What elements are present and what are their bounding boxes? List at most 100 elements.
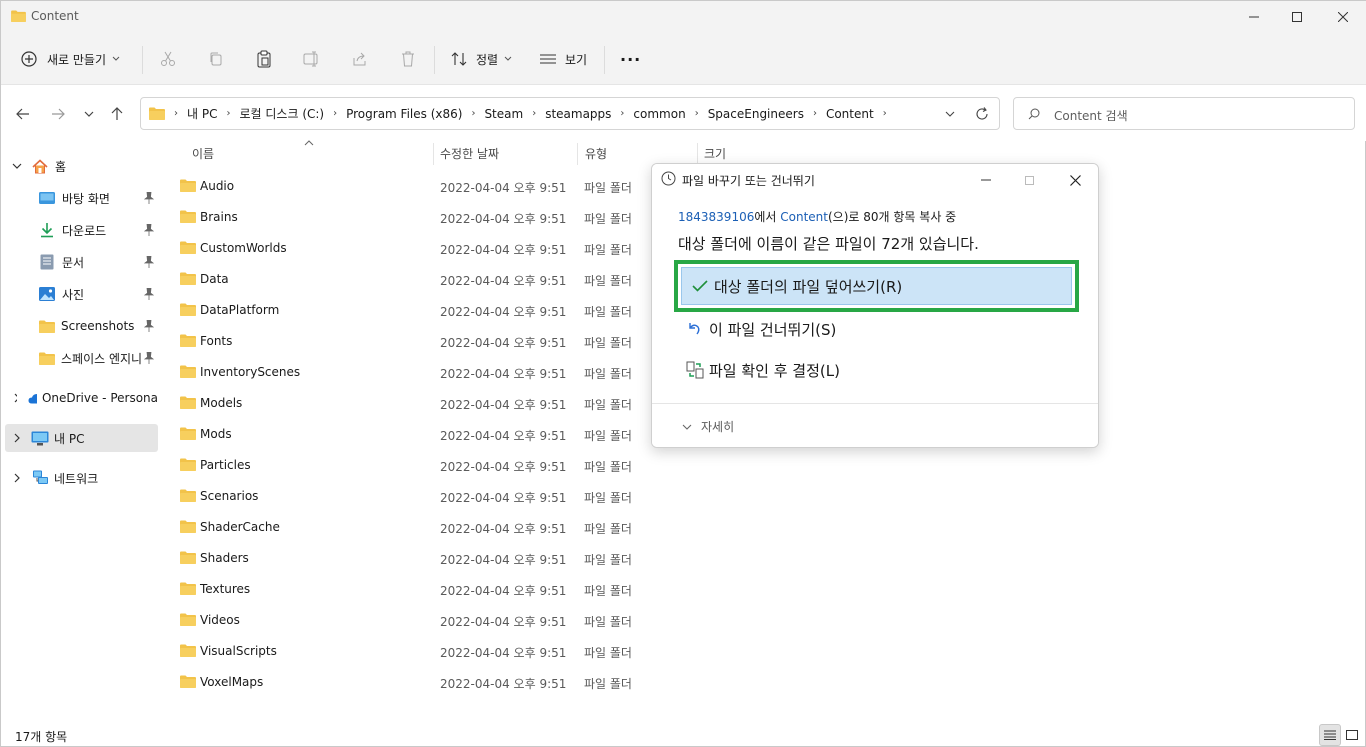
breadcrumb-program-files[interactable]: Program Files (x86) [346,107,462,121]
destination-link[interactable]: Content [780,210,828,224]
sidebar-item-network[interactable]: 네트워크 [5,464,158,492]
file-row[interactable]: Audio 2022-04-04 오후 9:51 파일 폴더 [171,170,651,201]
close-icon [1069,174,1081,186]
rename-button[interactable] [302,49,322,69]
sidebar-item-this-pc[interactable]: 내 PC [5,424,158,452]
sidebar-item-desktop[interactable]: 바탕 화면 [5,184,158,212]
title-bar[interactable]: Content [1,1,1366,33]
breadcrumb-this-pc[interactable]: 내 PC [187,105,217,122]
tiles-view-button[interactable] [1341,724,1363,746]
address-bar[interactable]: › 내 PC › 로컬 디스크 (C:) › Program Files (x8… [140,97,1000,130]
file-row[interactable]: CustomWorlds 2022-04-04 오후 9:51 파일 폴더 [171,232,651,263]
sidebar-item-space-engineers[interactable]: 스페이스 엔지니 [5,344,158,372]
breadcrumb-steam[interactable]: Steam [484,107,523,121]
breadcrumb-spaceengineers[interactable]: SpaceEngineers [708,107,804,121]
file-row[interactable]: Particles 2022-04-04 오후 9:51 파일 폴더 [171,449,651,480]
toolbar-divider [604,46,605,74]
view-button[interactable]: 보기 [540,45,587,73]
breadcrumb-separator-icon[interactable]: › [620,108,624,119]
paste-button[interactable] [254,49,274,69]
chevron-right-icon[interactable] [14,473,20,483]
column-header-modified[interactable]: 수정한 날짜 [440,141,576,165]
column-header-label: 이름 [192,146,215,161]
breadcrumb-separator-icon[interactable]: › [695,108,699,119]
file-row[interactable]: Videos 2022-04-04 오후 9:51 파일 폴더 [171,604,651,635]
breadcrumb-local-disk[interactable]: 로컬 디스크 (C:) [239,105,324,122]
dialog-maximize-button[interactable] [1018,172,1040,188]
maximize-button[interactable] [1274,1,1320,33]
search-box[interactable]: Content 검색 [1013,97,1355,130]
sort-button[interactable]: 정렬 [451,45,512,73]
sort-label: 정렬 [476,52,499,67]
details-view-button[interactable] [1319,724,1341,746]
sidebar-item-label: 바탕 화면 [62,191,110,206]
column-header-name[interactable]: 이름 [192,141,432,165]
folder-icon [180,334,196,347]
breadcrumb-common[interactable]: common [633,107,685,121]
file-row[interactable]: Mods 2022-04-04 오후 9:51 파일 폴더 [171,418,651,449]
file-row[interactable]: Shaders 2022-04-04 오후 9:51 파일 폴더 [171,542,651,573]
delete-button[interactable] [398,49,418,69]
column-divider[interactable] [577,143,578,165]
breadcrumb-separator-icon[interactable]: › [532,108,536,119]
file-type: 파일 폴더 [584,181,632,195]
folder-icon [180,396,196,409]
sidebar-item-screenshots[interactable]: Screenshots [5,312,158,340]
recent-locations-button[interactable] [78,103,100,125]
chevron-right-icon[interactable] [14,393,17,403]
file-row[interactable]: InventoryScenes 2022-04-04 오후 9:51 파일 폴더 [171,356,651,387]
chevron-right-icon[interactable] [14,433,20,443]
decide-each-file-option[interactable]: 파일 확인 후 결정(L) [686,349,1086,391]
source-link[interactable]: 1843839106 [678,210,754,224]
sidebar-item-onedrive[interactable]: OneDrive - Persona [5,384,158,412]
dialog-footer: 자세히 [652,403,1098,447]
dialog-title-bar[interactable]: 파일 바꾸기 또는 건너뛰기 [652,164,1098,194]
column-header-size[interactable]: 크기 [704,141,784,165]
file-row[interactable]: Data 2022-04-04 오후 9:51 파일 폴더 [171,263,651,294]
new-button[interactable]: 새로 만들기 [21,45,120,73]
file-row[interactable]: Brains 2022-04-04 오후 9:51 파일 폴더 [171,201,651,232]
file-row[interactable]: DataPlatform 2022-04-04 오후 9:51 파일 폴더 [171,294,651,325]
trash-icon [402,51,414,67]
more-details-button[interactable]: 자세히 [682,418,734,435]
back-button[interactable] [12,103,34,125]
breadcrumb-content[interactable]: Content [826,107,874,121]
more-options-button[interactable]: ··· [620,45,641,73]
copy-button[interactable] [206,49,226,69]
column-divider[interactable] [433,143,434,165]
breadcrumb-separator-icon[interactable]: › [813,108,817,119]
up-button[interactable] [106,103,128,125]
forward-button[interactable] [47,103,69,125]
sidebar-item-pictures[interactable]: 사진 [5,280,158,308]
cut-button[interactable] [158,49,178,69]
file-row[interactable]: VoxelMaps 2022-04-04 오후 9:51 파일 폴더 [171,666,651,697]
minimize-button[interactable] [1231,1,1277,33]
breadcrumb-separator-icon[interactable]: › [226,108,230,119]
close-button[interactable] [1320,1,1366,33]
file-row[interactable]: Scenarios 2022-04-04 오후 9:51 파일 폴더 [171,480,651,511]
sidebar-item-downloads[interactable]: 다운로드 [5,216,158,244]
breadcrumb-separator-icon[interactable]: › [883,108,887,119]
dialog-minimize-button[interactable] [974,173,998,187]
compare-files-icon [686,361,704,379]
address-history-chevron-icon[interactable] [945,111,955,117]
replace-files-option[interactable]: 대상 폴더의 파일 덮어쓰기(R) [681,267,1072,305]
sidebar-item-home[interactable]: 홈 [5,152,158,180]
chevron-down-icon[interactable] [12,163,22,169]
share-button[interactable] [350,49,370,69]
file-modified: 2022-04-04 오후 9:51 [440,181,567,195]
breadcrumb-steamapps[interactable]: steamapps [545,107,611,121]
dialog-close-button[interactable] [1064,172,1086,188]
column-header-type[interactable]: 유형 [585,141,695,165]
file-row[interactable]: Textures 2022-04-04 오후 9:51 파일 폴더 [171,573,651,604]
refresh-icon[interactable] [975,107,989,121]
breadcrumb-separator-icon[interactable]: › [471,108,475,119]
sidebar-item-documents[interactable]: 문서 [5,248,158,276]
skip-files-option[interactable]: 이 파일 건너뛰기(S) [686,308,1086,350]
file-row[interactable]: Models 2022-04-04 오후 9:51 파일 폴더 [171,387,651,418]
breadcrumb-separator-icon[interactable]: › [333,108,337,119]
file-row[interactable]: ShaderCache 2022-04-04 오후 9:51 파일 폴더 [171,511,651,542]
file-row[interactable]: VisualScripts 2022-04-04 오후 9:51 파일 폴더 [171,635,651,666]
column-divider[interactable] [697,143,698,165]
file-row[interactable]: Fonts 2022-04-04 오후 9:51 파일 폴더 [171,325,651,356]
